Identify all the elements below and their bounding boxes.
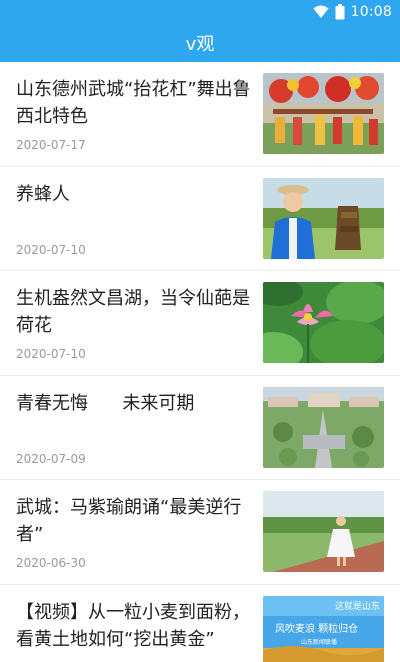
news-item[interactable]: 生机盎然文昌湖，当令仙葩是荷花 2020-07-10 bbox=[0, 271, 400, 376]
lotus-photo bbox=[263, 282, 384, 363]
news-thumbnail[interactable] bbox=[263, 282, 384, 363]
battery-icon bbox=[335, 4, 345, 20]
girl-on-path-photo bbox=[263, 491, 384, 572]
folk-dance-photo bbox=[263, 73, 384, 154]
news-date: 2020-07-17 bbox=[16, 138, 86, 152]
news-item[interactable]: 【视频】从一粒小麦到面粉，看黄土地如何“挖出黄金” 这就是山东 风吹麦浪 颗粒归… bbox=[0, 585, 400, 662]
news-date: 2020-07-09 bbox=[16, 451, 86, 466]
news-item[interactable]: 武城：马紫瑜朗诵“最美逆行者” 2020-06-30 bbox=[0, 480, 400, 585]
news-title[interactable]: 生机盎然文昌湖，当令仙葩是荷花 bbox=[16, 285, 252, 339]
news-title[interactable]: 青春无悔 未来可期 bbox=[16, 390, 252, 417]
status-bar: 10:08 bbox=[0, 0, 400, 24]
news-item[interactable]: 青春无悔 未来可期 2020-07-09 bbox=[0, 376, 400, 480]
news-date: 2020-07-10 bbox=[16, 347, 86, 361]
thumbnail-caption: 风吹麦浪 颗粒归仓 bbox=[275, 622, 358, 635]
app-header: v观 bbox=[0, 24, 400, 62]
news-list[interactable]: 山东德州武城“抬花杠”舞出鲁西北特色 2020-07-17 养蜂人 2020-0… bbox=[0, 62, 400, 662]
news-item[interactable]: 养蜂人 2020-07-10 bbox=[0, 167, 400, 271]
news-title[interactable]: 【视频】从一粒小麦到面粉，看黄土地如何“挖出黄金” bbox=[16, 599, 252, 653]
news-item[interactable]: 山东德州武城“抬花杠”舞出鲁西北特色 2020-07-17 bbox=[0, 62, 400, 167]
news-thumbnail[interactable]: 这就是山东 风吹麦浪 颗粒归仓 山东新闻联播 bbox=[263, 595, 384, 662]
news-date: 2020-06-30 bbox=[16, 556, 86, 570]
news-thumbnail[interactable] bbox=[263, 386, 384, 468]
wifi-icon bbox=[313, 5, 329, 19]
thumbnail-caption: 这就是山东 bbox=[335, 600, 380, 612]
status-indicators: 10:08 bbox=[313, 2, 392, 22]
wheat-field-poster: 这就是山东 风吹麦浪 颗粒归仓 山东新闻联播 bbox=[263, 595, 384, 662]
status-time: 10:08 bbox=[350, 4, 392, 20]
page-title: v观 bbox=[185, 34, 215, 55]
news-thumbnail[interactable] bbox=[263, 491, 384, 572]
news-title[interactable]: 山东德州武城“抬花杠”舞出鲁西北特色 bbox=[16, 76, 252, 130]
campus-aerial-photo bbox=[263, 386, 384, 468]
news-date: 2020-07-10 bbox=[16, 242, 86, 257]
news-title[interactable]: 养蜂人 bbox=[16, 181, 252, 208]
thumbnail-caption: 山东新闻联播 bbox=[301, 638, 337, 646]
news-thumbnail[interactable] bbox=[263, 177, 384, 259]
news-thumbnail[interactable] bbox=[263, 73, 384, 154]
beekeeper-photo bbox=[263, 177, 384, 259]
news-title[interactable]: 武城：马紫瑜朗诵“最美逆行者” bbox=[16, 494, 252, 548]
